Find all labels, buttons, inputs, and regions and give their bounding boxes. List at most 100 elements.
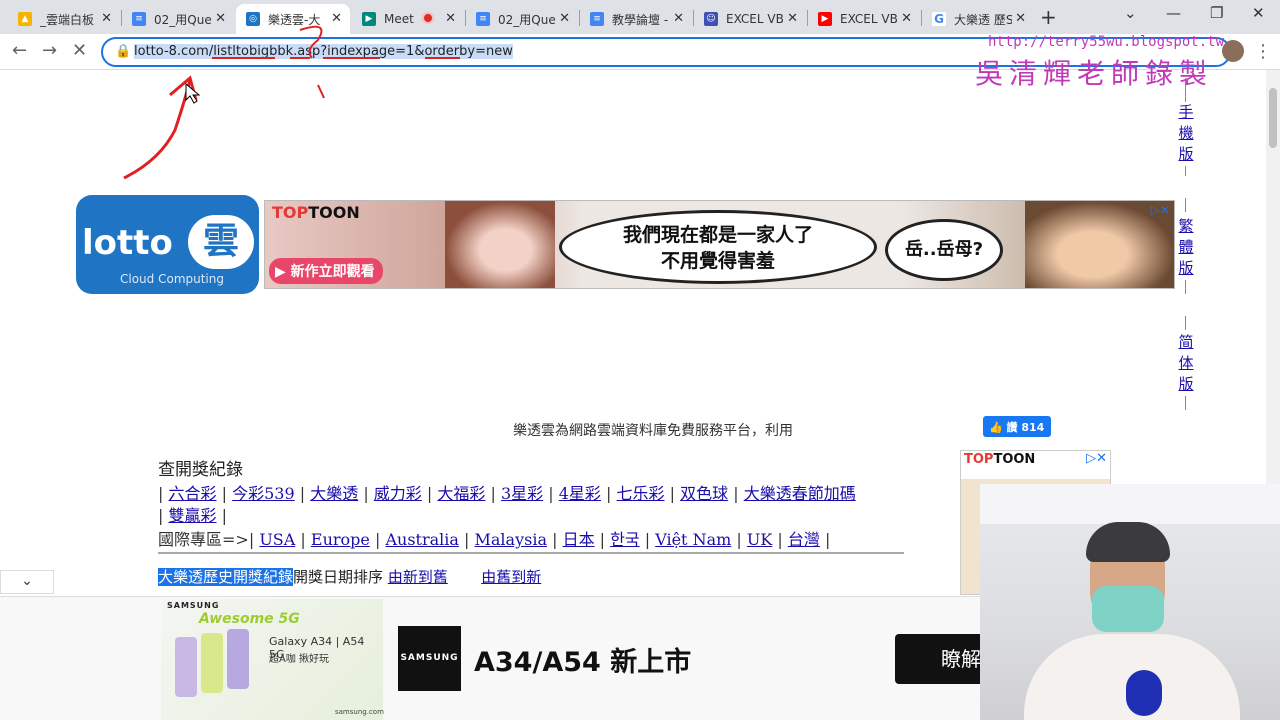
divider (1185, 198, 1186, 212)
ad-learn-more-button[interactable]: 瞭解 (895, 634, 990, 684)
lottery-link[interactable]: 大福彩 (437, 484, 485, 503)
link-separator: | (221, 484, 233, 503)
sort-new-to-old-link[interactable]: 由新到舊 (388, 568, 448, 586)
link-separator: | (426, 484, 438, 503)
lottery-link[interactable]: 4星彩 (559, 484, 601, 503)
link-separator: | (490, 484, 501, 503)
phone-image (201, 633, 223, 693)
awesome-5g-text: Awesome 5G (199, 611, 300, 627)
international-link[interactable]: USA (259, 530, 295, 549)
record-heading: 查開獎紀錄 (158, 460, 243, 480)
ad-url: samsung.com (335, 708, 384, 716)
ad-character-image (445, 201, 555, 288)
international-link[interactable]: Malaysia (475, 530, 547, 549)
samsung-brand: SAMSUNG (167, 601, 220, 610)
webcam-overlay (980, 484, 1280, 720)
microphone-icon (1126, 670, 1162, 716)
facebook-like-button[interactable]: 👍 讚 814 (983, 416, 1051, 437)
traditional-version-link[interactable]: 繁體版 (1176, 216, 1196, 279)
lottery-link[interactable]: 双色球 (680, 484, 728, 503)
logo-cloud: 雲 (188, 215, 254, 269)
international-link[interactable]: 台灣 (788, 530, 820, 549)
divider (158, 552, 904, 554)
toptoon-logo: TOPTOON (272, 203, 360, 222)
link-separator: | (158, 484, 169, 503)
link-separator: | (606, 484, 617, 503)
mobile-version-link[interactable]: 手機版 (1176, 102, 1196, 165)
fb-like-count: 讚 814 (1006, 421, 1045, 434)
link-separator: | (374, 530, 386, 549)
phone-image (227, 629, 249, 689)
site-slogan: 樂透雲為網路雲端資料庫免費服務平台，利用 (513, 423, 793, 439)
link-separator: | (299, 484, 311, 503)
link-separator: | (552, 530, 563, 549)
lottery-link[interactable]: 七乐彩 (617, 484, 665, 503)
link-separator: | (669, 484, 681, 503)
brand-a: TOP (272, 203, 309, 222)
link-separator: | (221, 506, 227, 525)
logo-subtitle: Cloud Computing (120, 272, 224, 286)
international-link[interactable]: UK (747, 530, 772, 549)
divider (1185, 166, 1186, 176)
brand-a: TOP (964, 452, 994, 467)
lottery-link[interactable]: 大樂透 (310, 484, 358, 503)
logo-text: lotto (82, 223, 173, 263)
ad-headline: A34/A54 新上市 (474, 647, 692, 678)
ad-watch-label: 新作立即觀看 (290, 264, 375, 280)
link-separator: | (464, 530, 475, 549)
link-separator: | (300, 530, 311, 549)
link-separator: | (644, 530, 656, 549)
lottery-link[interactable]: 3星彩 (501, 484, 543, 503)
divider (1185, 396, 1186, 410)
link-separator: | (363, 484, 374, 503)
ceiling-light (980, 484, 1280, 524)
history-sort-row: 大樂透歷史開獎紀錄開獎日期排序 由新到舊 由舊到新 (158, 566, 541, 587)
lottery-link[interactable]: 今彩539 (232, 484, 295, 503)
ad-close-icon[interactable]: ▷✕ (1151, 203, 1170, 217)
lottery-links-row-2: | 雙贏彩 | (158, 502, 227, 526)
international-label: 國際專區=> (158, 530, 249, 549)
speech-bubble-small: 岳..岳母? (885, 219, 1003, 281)
link-separator: | (733, 484, 744, 503)
divider (1185, 316, 1186, 330)
link-separator: | (158, 506, 169, 525)
collapse-ad-button[interactable]: ⌄ (0, 570, 54, 594)
presenter-hair (1086, 522, 1170, 562)
link-separator: | (248, 530, 260, 549)
link-separator: | (736, 530, 747, 549)
annotation-question-dot (317, 84, 325, 99)
international-link[interactable]: Việt Nam (655, 530, 731, 549)
annotation-question-mark (299, 25, 323, 59)
lottery-link[interactable]: 大樂透春節加碼 (744, 484, 856, 503)
lottery-link[interactable]: 雙贏彩 (168, 506, 216, 525)
ad-watch-button[interactable]: ▶ 新作立即觀看 (269, 258, 383, 284)
sort-label: 開獎日期排序 (293, 568, 384, 586)
simplified-version-link[interactable]: 简体版 (1176, 332, 1196, 395)
scrollbar-thumb[interactable] (1269, 88, 1277, 148)
banner-ad[interactable]: TOPTOON ▶ 新作立即觀看 我們現在都是一家人了 不用覺得害羞 岳..岳母… (264, 200, 1175, 289)
lottery-link[interactable]: 威力彩 (374, 484, 422, 503)
link-separator: | (777, 530, 788, 549)
toptoon-logo: TOPTOON (964, 452, 1035, 467)
ad-close-icon[interactable]: ▷✕ (1086, 451, 1107, 466)
teacher-watermark: 吳清輝老師錄製 (975, 57, 1214, 90)
history-title: 大樂透歷史開獎紀錄 (158, 568, 294, 586)
samsung-logo: SAMSUNG (398, 626, 461, 691)
handwritten-annotations (123, 25, 460, 180)
lottery-links-row: | 六合彩 | 今彩539 | 大樂透 | 威力彩 | 大福彩 | 3星彩 | … (158, 480, 856, 504)
presenter-mask (1092, 586, 1164, 632)
annotation-arrow-line (123, 79, 192, 180)
international-link[interactable]: 한국 (610, 530, 639, 549)
lotto-logo[interactable]: lotto 雲 Cloud Computing (76, 195, 259, 294)
international-links-row: 國際專區=>| USA | Europe | Australia | Malay… (158, 526, 830, 550)
blog-url-annotation: http://terry55wu.blogspot.tw (988, 34, 1225, 50)
bubble-line: 不用覺得害羞 (660, 250, 775, 272)
lottery-link[interactable]: 六合彩 (168, 484, 216, 503)
samsung-ad-image[interactable]: SAMSUNG Awesome 5G Galaxy A34 | A54 5G 超… (161, 599, 384, 720)
international-link[interactable]: Europe (311, 530, 370, 549)
sort-old-to-new-link[interactable]: 由舊到新 (481, 568, 541, 586)
ad-tagline: 超A咖 揪好玩 (269, 654, 330, 665)
international-link[interactable]: 日本 (563, 530, 595, 549)
brand-b: TOON (308, 203, 360, 222)
international-link[interactable]: Australia (385, 530, 458, 549)
